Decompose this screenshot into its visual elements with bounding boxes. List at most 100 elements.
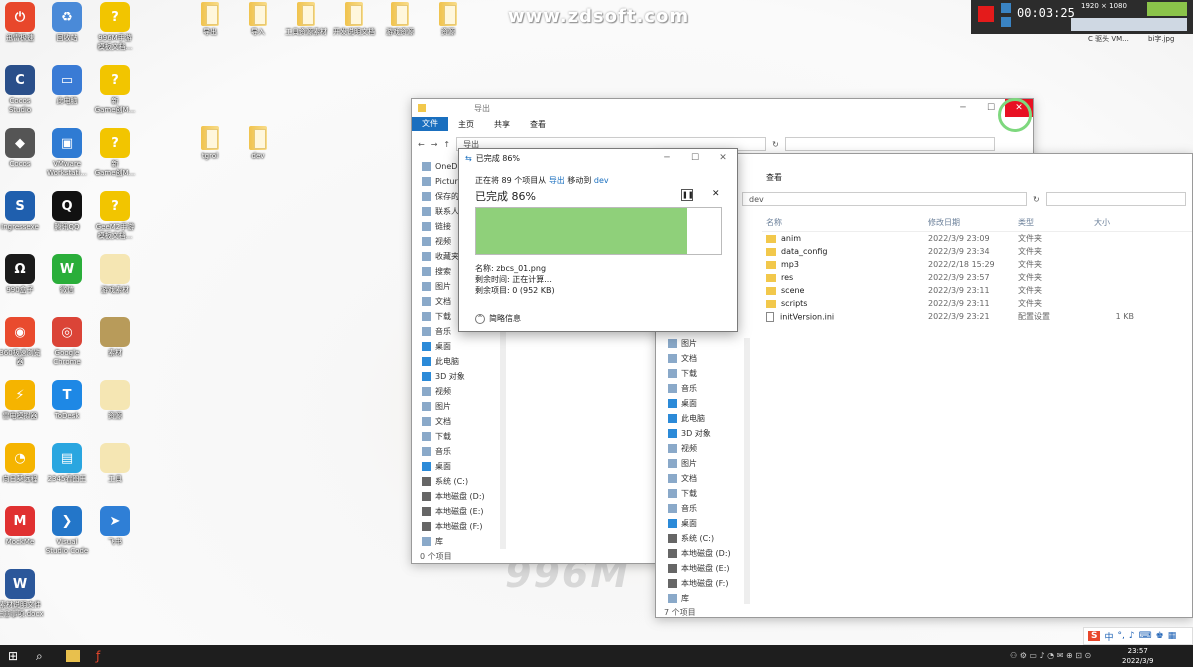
file-row[interactable]: mp3 2022/2/18 15:29 文件夹 xyxy=(762,258,1192,271)
refresh-icon[interactable]: ↻ xyxy=(1033,195,1040,204)
nav-item[interactable]: 此电脑 xyxy=(422,354,502,369)
nav-item[interactable]: 视频 xyxy=(422,384,502,399)
file-row[interactable]: initVersion.ini 2022/3/9 23:21 配置设置 1 KB xyxy=(762,310,1192,323)
clock[interactable]: 23:57 2022/3/9 xyxy=(1122,646,1153,666)
app-icon: W xyxy=(5,569,35,599)
nav-item[interactable]: 本地磁盘 (D:) xyxy=(668,546,748,561)
keyboard-icon[interactable]: ⌨ xyxy=(1139,631,1152,641)
close-button[interactable]: ✕ xyxy=(709,149,737,167)
app-icon: ❯ xyxy=(52,506,82,536)
nav-item[interactable]: 下载 xyxy=(422,429,502,444)
sogou-icon[interactable]: S xyxy=(1088,631,1101,641)
move-progress-dialog[interactable]: ⇆ 已完成 86% ─ ☐ ✕ 正在将 89 个项目从 导出 移动到 dev 已… xyxy=(458,148,738,332)
nav-item[interactable]: 文档 xyxy=(422,414,502,429)
nav-item[interactable]: 下载 xyxy=(668,486,748,501)
record-stop-button[interactable] xyxy=(978,6,994,22)
nav-item[interactable]: 系统 (C:) xyxy=(668,531,748,546)
source-link[interactable]: 导出 xyxy=(549,176,565,185)
nav-item[interactable]: 库 xyxy=(422,534,502,549)
file-row[interactable]: res 2022/3/9 23:57 文件夹 xyxy=(762,271,1192,284)
refresh-icon[interactable]: ↻ xyxy=(772,140,779,149)
desktop-folder[interactable]: dev xyxy=(227,126,289,161)
nav-scrollbar[interactable] xyxy=(744,338,750,604)
col-size[interactable]: 大小 xyxy=(1094,217,1154,228)
tab-view[interactable]: 查看 xyxy=(520,119,556,130)
tab-view[interactable]: 查看 xyxy=(756,172,792,183)
camera-icon[interactable] xyxy=(1001,3,1011,13)
file-row[interactable]: anim 2022/3/9 23:09 文件夹 xyxy=(762,232,1192,245)
nav-item[interactable]: 3D 对象 xyxy=(422,369,502,384)
up-icon[interactable]: ↑ xyxy=(443,140,450,149)
nav-item[interactable]: 音乐 xyxy=(668,501,748,516)
col-type[interactable]: 类型 xyxy=(1018,217,1094,228)
app-taskbar-icon[interactable]: ƒ xyxy=(96,649,100,663)
desktop-icon[interactable]: W 素材说明文件 注意事项.docx xyxy=(0,569,51,619)
col-name[interactable]: 名称 xyxy=(762,217,928,228)
skin-icon[interactable]: ♚ xyxy=(1156,631,1164,641)
tray-icons[interactable]: ⚇ ⚙ ▭ ♪ ◔ ✉ ⊕ ⊡ ⊙ xyxy=(1010,651,1091,660)
col-date[interactable]: 修改日期 xyxy=(928,217,1018,228)
nav-item[interactable]: 桌面 xyxy=(422,339,502,354)
nav-item[interactable]: 本地磁盘 (F:) xyxy=(422,519,502,534)
nav-item[interactable]: 文档 xyxy=(668,471,748,486)
desktop-folder[interactable]: 资源 xyxy=(417,2,479,37)
maximize-button[interactable]: ☐ xyxy=(681,149,709,167)
desktop-icon[interactable]: 素材 xyxy=(84,317,146,358)
window-mode-icon[interactable] xyxy=(1147,2,1187,16)
minimize-button[interactable]: ─ xyxy=(653,149,681,167)
ime-toolbar[interactable]: S 中 °, ♪ ⌨ ♚ ▦ xyxy=(1083,627,1193,645)
back-icon[interactable]: ← xyxy=(418,140,425,149)
pause-button[interactable]: ❚❚ xyxy=(681,189,694,201)
nav-item[interactable]: 音乐 xyxy=(422,444,502,459)
desktop-icon[interactable]: ➤ 飞书 xyxy=(84,506,146,547)
search-field[interactable] xyxy=(1045,192,1186,206)
desktop-icon[interactable]: ? 996M手游 模板文档... xyxy=(84,2,146,52)
file-row[interactable]: scripts 2022/3/9 23:11 文件夹 xyxy=(762,297,1192,310)
tab-file[interactable]: 文件 xyxy=(412,117,448,131)
nav-item[interactable]: 图片 xyxy=(668,336,748,351)
grid-icon[interactable]: ▦ xyxy=(1168,631,1177,641)
minimize-button[interactable]: ─ xyxy=(949,99,977,117)
nav-item[interactable]: 桌面 xyxy=(422,459,502,474)
nav-item[interactable]: 3D 对象 xyxy=(668,426,748,441)
tab-home[interactable]: 主页 xyxy=(448,119,484,130)
desktop-icon[interactable]: ? 新 Game创M... xyxy=(84,65,146,115)
nav-item[interactable]: 图片 xyxy=(668,456,748,471)
nav-item[interactable]: 本地磁盘 (E:) xyxy=(668,561,748,576)
address-field[interactable]: dev xyxy=(742,192,1027,206)
nav-item[interactable]: 桌面 xyxy=(668,516,748,531)
explorer-taskbar-icon[interactable] xyxy=(66,650,80,662)
search-icon[interactable]: ⌕ xyxy=(36,649,43,664)
file-row[interactable]: scene 2022/3/9 23:11 文件夹 xyxy=(762,284,1192,297)
desktop-icon[interactable]: 游戏素材 xyxy=(84,254,146,295)
forward-icon[interactable]: → xyxy=(431,140,438,149)
nav-item[interactable]: 下载 xyxy=(668,366,748,381)
nav-item[interactable]: 库 xyxy=(668,591,748,606)
destination-link[interactable]: dev xyxy=(594,176,609,185)
ime-language[interactable]: 中 xyxy=(1104,630,1113,643)
less-info-toggle[interactable]: ^ 简略信息 xyxy=(475,313,521,324)
recorder-tools[interactable] xyxy=(1071,18,1187,31)
nav-item[interactable]: 系统 (C:) xyxy=(422,474,502,489)
nav-item[interactable]: 桌面 xyxy=(668,396,748,411)
mic-icon[interactable]: ♪ xyxy=(1129,631,1135,641)
search-field[interactable] xyxy=(784,137,995,151)
desktop-icon[interactable]: 资源 xyxy=(84,380,146,421)
desktop-icon[interactable]: 工具 xyxy=(84,443,146,484)
nav-item[interactable]: 本地磁盘 (E:) xyxy=(422,504,502,519)
desktop-icon[interactable]: ? 新 Game创M... xyxy=(84,128,146,178)
nav-item[interactable]: 文档 xyxy=(668,351,748,366)
cancel-button[interactable]: ✕ xyxy=(712,189,720,199)
punctuation-icon[interactable]: °, xyxy=(1118,631,1125,641)
nav-item[interactable]: 本地磁盘 (D:) xyxy=(422,489,502,504)
pause-icon[interactable] xyxy=(1001,17,1011,27)
tab-share[interactable]: 共享 xyxy=(484,119,520,130)
nav-item[interactable]: 此电脑 xyxy=(668,411,748,426)
nav-item[interactable]: 本地磁盘 (F:) xyxy=(668,576,748,591)
nav-item[interactable]: 图片 xyxy=(422,399,502,414)
desktop-icon[interactable]: ? GeeM2手游 模板文档... xyxy=(84,191,146,241)
nav-item[interactable]: 音乐 xyxy=(668,381,748,396)
file-row[interactable]: data_config 2022/3/9 23:34 文件夹 xyxy=(762,245,1192,258)
nav-item[interactable]: 视频 xyxy=(668,441,748,456)
start-icon[interactable]: ⊞ xyxy=(8,649,18,663)
